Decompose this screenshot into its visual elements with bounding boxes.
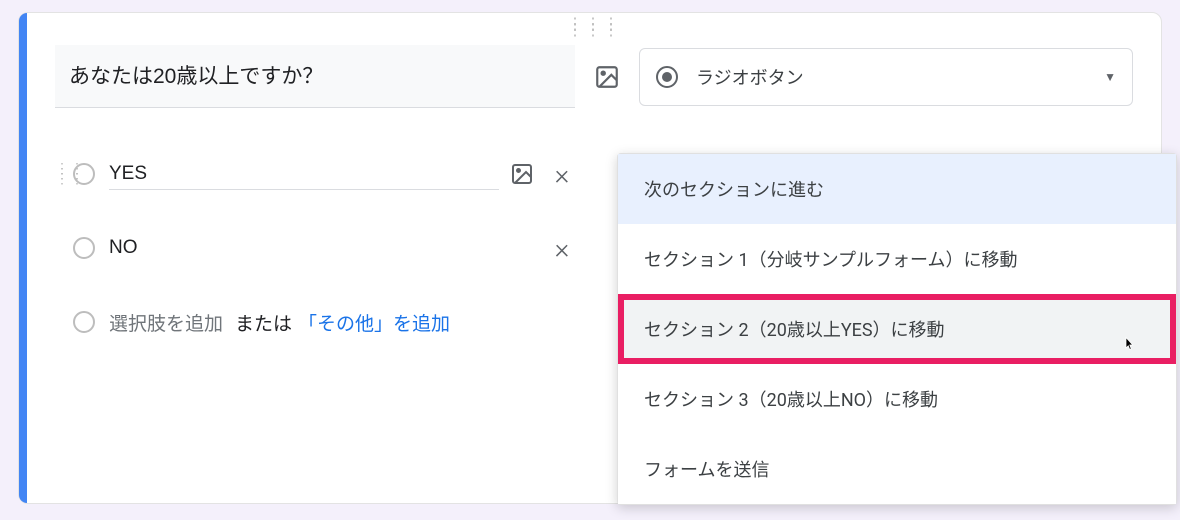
- add-option-placeholder[interactable]: 選択肢を追加: [109, 309, 223, 336]
- accent-bar: [19, 13, 27, 503]
- menu-item-section-2[interactable]: セクション 2（20歳以上YES）に移動: [618, 294, 1176, 364]
- menu-item-label: セクション 1（分岐サンプルフォーム）に移動: [644, 250, 1018, 271]
- radio-outline-icon: [73, 237, 95, 259]
- option-input[interactable]: [109, 233, 549, 264]
- add-image-button[interactable]: [593, 63, 621, 91]
- cursor-pointer-icon: [1120, 334, 1138, 356]
- remove-option-button[interactable]: ×: [549, 161, 575, 187]
- remove-option-button[interactable]: ×: [549, 235, 575, 261]
- menu-item-label: セクション 3（20歳以上NO）に移動: [644, 390, 938, 411]
- type-label: ラジオボタン: [696, 64, 1104, 90]
- option-row: ⋮⋮⋮⋮⋮⋮ ×: [55, 150, 575, 198]
- radio-outline-icon: [73, 311, 95, 333]
- drag-handle-icon[interactable]: ⋮⋮⋮⋮⋮⋮: [567, 21, 621, 33]
- question-header-row: ラジオボタン ▼: [55, 45, 1133, 108]
- close-icon: ×: [555, 232, 570, 265]
- question-card: ⋮⋮⋮⋮⋮⋮ ラジオボタン ▼ ⋮⋮⋮⋮⋮⋮ ×: [18, 12, 1162, 504]
- chevron-down-icon: ▼: [1104, 70, 1116, 84]
- image-icon: [594, 64, 620, 90]
- option-input[interactable]: [109, 159, 499, 190]
- question-title-input[interactable]: [55, 45, 575, 108]
- question-type-selector[interactable]: ラジオボタン ▼: [639, 48, 1133, 106]
- image-icon: [510, 162, 534, 186]
- menu-item-label: セクション 2（20歳以上YES）に移動: [644, 320, 945, 341]
- menu-item-submit[interactable]: フォームを送信: [618, 434, 1176, 504]
- goto-section-menu: 次のセクションに進む セクション 1（分岐サンプルフォーム）に移動 セクション …: [617, 153, 1177, 505]
- add-option-row: 選択肢を追加 または 「その他」を追加: [55, 298, 575, 346]
- option-image-button[interactable]: [509, 161, 535, 187]
- radio-button-icon: [656, 66, 678, 88]
- option-row: ⋮⋮ ×: [55, 224, 575, 272]
- add-option-or: または: [235, 309, 292, 336]
- add-other-link[interactable]: 「その他」を追加: [298, 309, 450, 336]
- menu-item-section-1[interactable]: セクション 1（分岐サンプルフォーム）に移動: [618, 224, 1176, 294]
- close-icon: ×: [555, 158, 570, 191]
- radio-outline-icon: [73, 163, 95, 185]
- menu-item-label: 次のセクションに進む: [644, 180, 824, 201]
- card-body: ⋮⋮⋮⋮⋮⋮ ラジオボタン ▼ ⋮⋮⋮⋮⋮⋮ ×: [27, 13, 1161, 503]
- menu-item-section-3[interactable]: セクション 3（20歳以上NO）に移動: [618, 364, 1176, 434]
- menu-item-label: フォームを送信: [644, 460, 769, 481]
- options-list: ⋮⋮⋮⋮⋮⋮ × ⋮⋮ × 選: [55, 150, 575, 346]
- drag-dots-icon[interactable]: ⋮⋮⋮⋮⋮⋮: [55, 167, 73, 182]
- menu-item-next[interactable]: 次のセクションに進む: [618, 154, 1176, 224]
